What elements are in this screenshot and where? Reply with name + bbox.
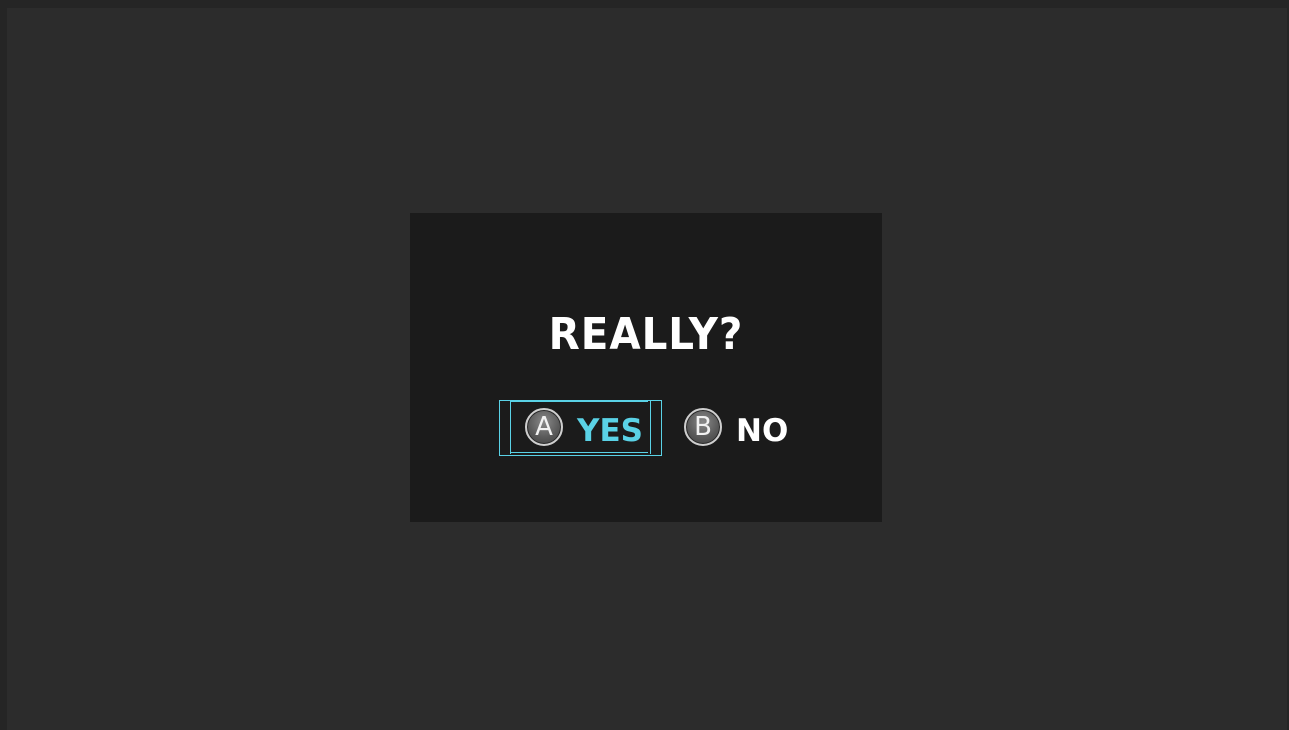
dialog-title: REALLY? [548, 309, 744, 360]
a-button-icon: A [525, 408, 563, 446]
confirm-dialog: REALLY? A YES B NO [410, 213, 882, 522]
no-label: NO [736, 413, 789, 449]
yes-label: YES [577, 413, 643, 449]
no-option[interactable]: B NO [684, 400, 794, 456]
yes-option[interactable]: A YES [499, 400, 662, 456]
b-button-icon: B [684, 408, 722, 446]
